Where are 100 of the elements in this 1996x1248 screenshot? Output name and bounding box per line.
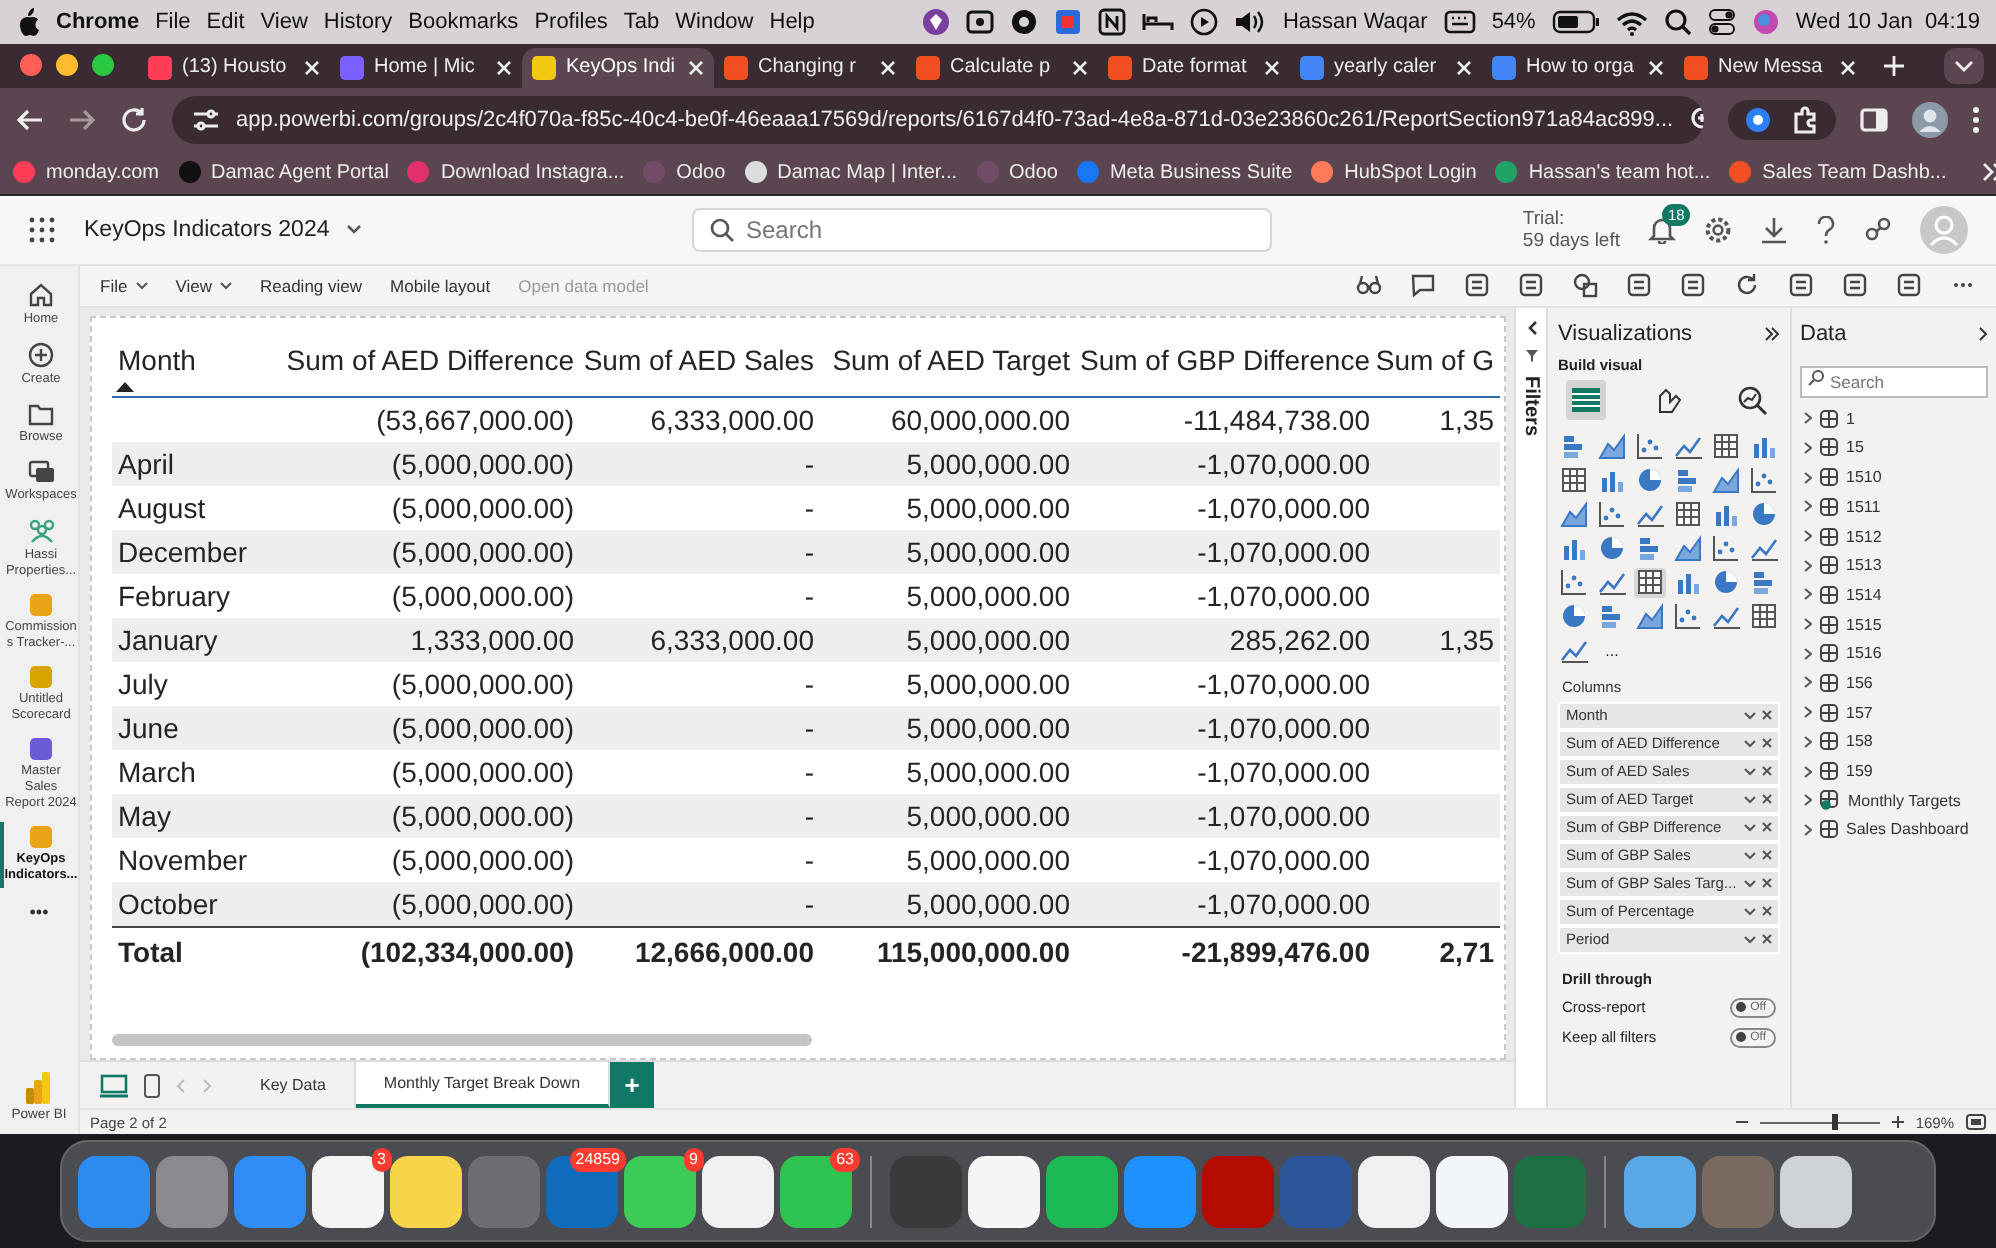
visual-type-button[interactable] — [1710, 533, 1742, 564]
visual-type-button[interactable] — [1710, 431, 1742, 462]
ribbon-button[interactable]: File — [100, 275, 148, 296]
bookmark[interactable]: Odoo — [975, 160, 1058, 185]
extension-icon[interactable] — [1744, 105, 1772, 134]
puzzle-icon[interactable] — [1792, 105, 1820, 134]
column-header[interactable]: Sum of G — [1376, 329, 1500, 398]
browser-tab[interactable]: yearly caler — [1290, 47, 1482, 88]
shapes-icon[interactable] — [1572, 272, 1598, 299]
close-icon[interactable] — [1840, 59, 1856, 76]
chevron-down-icon[interactable] — [1744, 795, 1756, 804]
sidebar-icon[interactable] — [1860, 105, 1888, 134]
chevron-down-icon[interactable] — [1744, 935, 1756, 944]
wifi-icon[interactable] — [1615, 9, 1648, 35]
visual-type-button[interactable] — [1558, 567, 1590, 598]
browser-tab[interactable]: Calculate p — [906, 47, 1098, 88]
menu-item[interactable]: File — [155, 10, 191, 34]
browser-tab[interactable]: Changing r — [714, 47, 906, 88]
remove-icon[interactable] — [1762, 766, 1772, 777]
menu-item[interactable]: Tab — [623, 10, 660, 34]
back-icon[interactable] — [16, 105, 44, 134]
play-icon[interactable] — [1190, 8, 1219, 36]
plus-icon[interactable] — [1882, 53, 1906, 78]
column-header[interactable]: Sum of GBP Difference — [1076, 329, 1376, 398]
data-table-item[interactable]: 158 — [1800, 727, 1988, 757]
visual-type-button[interactable] — [1596, 499, 1628, 530]
share-icon[interactable] — [1864, 215, 1892, 244]
close-icon[interactable] — [688, 59, 704, 76]
remove-icon[interactable] — [1762, 906, 1772, 917]
visual-type-button[interactable] — [1634, 431, 1666, 462]
close-icon[interactable] — [880, 59, 896, 76]
app-icon[interactable] — [1046, 1155, 1118, 1227]
settings-icon[interactable] — [1704, 215, 1732, 244]
chevron-down-icon[interactable] — [1744, 879, 1756, 888]
column-header[interactable]: Sum of AED Target — [820, 329, 1076, 398]
visual-type-button[interactable] — [1634, 567, 1666, 598]
collapse-icon[interactable] — [1525, 319, 1537, 336]
avatar-icon[interactable] — [1912, 101, 1948, 138]
status-icon[interactable] — [1010, 8, 1039, 36]
browser-tab[interactable]: Date format — [1098, 47, 1290, 88]
app-icon[interactable] — [390, 1155, 462, 1227]
remove-icon[interactable] — [1762, 822, 1772, 833]
column-header[interactable]: Sum of AED Difference — [272, 329, 580, 398]
more-icon[interactable] — [1972, 105, 1980, 134]
bookmark[interactable]: Hassan's team hot... — [1494, 160, 1711, 185]
menu-item[interactable]: Edit — [206, 10, 245, 34]
chevron-down-icon[interactable] — [1944, 47, 1984, 84]
data-table-item[interactable]: 157 — [1800, 697, 1988, 728]
forward-icon[interactable] — [68, 105, 96, 134]
table-format-tab[interactable] — [1566, 379, 1606, 420]
speaker-icon[interactable] — [1234, 8, 1267, 36]
maximize-button[interactable] — [92, 54, 114, 77]
page-tab[interactable]: Monthly Target Break Down — [355, 1062, 611, 1108]
app-icon[interactable] — [1436, 1155, 1508, 1227]
data-table-item[interactable]: 156 — [1800, 668, 1988, 698]
bookmark[interactable]: Download Instagra... — [406, 160, 625, 185]
browser-tab[interactable]: New Messa — [1674, 47, 1866, 88]
chevron-down-icon[interactable] — [1744, 711, 1756, 720]
app-menu[interactable]: Chrome — [56, 10, 140, 34]
data-table-item[interactable]: 1 — [1800, 403, 1988, 434]
bed-icon[interactable] — [1142, 10, 1175, 34]
bookmark[interactable]: HubSpot Login — [1310, 160, 1477, 185]
filters-pane-title[interactable]: Filters — [1520, 375, 1542, 436]
data-table-item[interactable]: 1511 — [1800, 492, 1988, 522]
bookmark[interactable]: monday.com — [12, 160, 160, 185]
data-table-item[interactable]: 159 — [1800, 756, 1988, 786]
visual-type-button[interactable] — [1558, 601, 1590, 632]
browser-tab[interactable]: KeyOps Indi — [522, 47, 714, 88]
remove-icon[interactable] — [1762, 710, 1772, 721]
column-header[interactable]: Month — [112, 329, 272, 398]
data-table-item[interactable]: 1515 — [1800, 609, 1988, 639]
browser-tab[interactable]: (13) Housto — [138, 47, 330, 88]
search-field[interactable]: Search — [1800, 365, 1988, 398]
keyboard-icon[interactable] — [1443, 10, 1476, 34]
status-icon[interactable] — [966, 8, 995, 36]
menu-item[interactable]: Window — [675, 10, 754, 34]
menu-item[interactable]: Help — [769, 10, 815, 34]
toggles-icon[interactable] — [1707, 8, 1736, 36]
visual-type-button[interactable] — [1748, 465, 1780, 496]
app-icon[interactable] — [1624, 1155, 1696, 1227]
siri-icon[interactable] — [1751, 8, 1780, 36]
visual-type-button[interactable] — [1672, 601, 1704, 632]
close-icon[interactable] — [1456, 59, 1472, 76]
desktop-icon[interactable] — [100, 1073, 128, 1097]
data-table-item[interactable]: Sales Dashboard — [1800, 815, 1988, 845]
address-field[interactable]: app.powerbi.com/groups/2c4f070a-f85c-40c4-be0f-46eaaa17569d/reports/6167d4f0-73ad-4e8a-871d-03e23860c261/ReportSection971a84ac899... — [172, 95, 1704, 144]
bookmark[interactable]: Damac Map | Inter... — [743, 160, 957, 185]
app-icon[interactable] — [702, 1155, 774, 1227]
chevron-down-icon[interactable] — [1744, 823, 1756, 832]
bookmark[interactable]: Damac Agent Portal — [177, 160, 389, 185]
zoom-in-icon[interactable] — [1891, 1116, 1904, 1128]
visual-type-button[interactable] — [1710, 567, 1742, 598]
more-button[interactable]: ••• — [29, 901, 49, 922]
ribbon-button[interactable]: Mobile layout — [390, 275, 491, 296]
add-page-button[interactable]: + — [610, 1062, 655, 1108]
chevron-down-icon[interactable] — [1744, 739, 1756, 748]
data-table-item[interactable]: Monthly Targets — [1800, 785, 1988, 816]
remove-icon[interactable] — [1762, 738, 1772, 749]
visual-type-button[interactable] — [1558, 465, 1590, 496]
status-icon[interactable] — [1098, 8, 1127, 36]
